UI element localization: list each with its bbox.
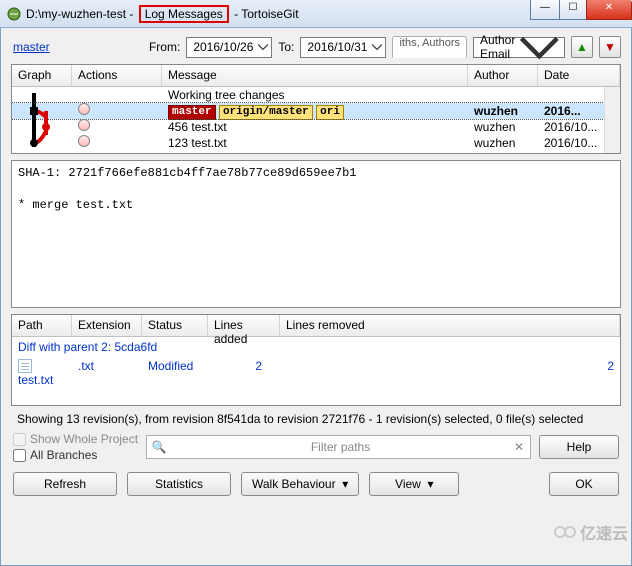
- ref-remote: ori: [316, 105, 344, 120]
- filter-paths-input[interactable]: 🔍 Filter paths ✕: [146, 435, 531, 459]
- action-icon: [78, 119, 90, 131]
- arrow-up-button[interactable]: ▲: [571, 36, 593, 58]
- commit-row-selected[interactable]: master origin/master ori wuzhen 2016...: [12, 103, 620, 119]
- filter-tab[interactable]: iths, Authors: [392, 36, 467, 58]
- col-message[interactable]: Message: [162, 65, 468, 86]
- col-date[interactable]: Date: [538, 65, 620, 86]
- scrollbar[interactable]: [604, 87, 620, 153]
- commit-list-body[interactable]: Working tree changes master origin/maste…: [12, 87, 620, 153]
- arrow-down-button[interactable]: ▼: [599, 36, 621, 58]
- col-actions[interactable]: Actions: [72, 65, 162, 86]
- walk-behaviour-button[interactable]: Walk Behaviour ▾: [241, 472, 359, 496]
- col-graph[interactable]: Graph: [12, 65, 72, 86]
- app-icon: [6, 6, 22, 22]
- file-row[interactable]: test.txt .txt Modified 2 2: [12, 357, 620, 389]
- chevron-down-icon: [257, 41, 269, 53]
- filter-bar: master From: 2016/10/26 To: 2016/10/31 i…: [1, 28, 631, 64]
- col-author[interactable]: Author: [468, 65, 538, 86]
- action-icon: [78, 135, 90, 147]
- from-label: From:: [149, 40, 180, 54]
- close-button[interactable]: ✕: [586, 0, 632, 20]
- help-button[interactable]: Help: [539, 435, 619, 459]
- chevron-down-icon: [371, 41, 383, 53]
- commit-row[interactable]: 456 test.txt wuzhen 2016/10...: [12, 119, 620, 135]
- action-icon: [78, 103, 90, 115]
- diff-parent-header[interactable]: Diff with parent 2: 5cda6fd: [12, 337, 620, 357]
- col-ext[interactable]: Extension: [72, 315, 142, 336]
- from-date-picker[interactable]: 2016/10/26: [186, 37, 272, 58]
- minimize-button[interactable]: —: [530, 0, 560, 20]
- commit-row-working[interactable]: Working tree changes: [12, 87, 620, 103]
- statistics-button[interactable]: Statistics: [127, 472, 231, 496]
- commit-list-header: Graph Actions Message Author Date: [12, 65, 620, 87]
- buttons-row: Refresh Statistics Walk Behaviour ▾ View…: [1, 464, 631, 506]
- file-list: Path Extension Status Lines added Lines …: [11, 314, 621, 406]
- chevron-down-icon: [517, 25, 562, 70]
- options-row: Show Whole Project All Branches 🔍 Filter…: [1, 430, 631, 464]
- ref-remote: origin/master: [219, 105, 313, 120]
- title-bar: D:\my-wuzhen-test - Log Messages - Torto…: [0, 0, 632, 28]
- col-removed[interactable]: Lines removed: [280, 315, 620, 336]
- col-status[interactable]: Status: [142, 315, 208, 336]
- search-icon: 🔍: [151, 440, 167, 454]
- ref-master: master: [168, 105, 216, 120]
- branch-link[interactable]: master: [13, 40, 50, 54]
- file-icon: [18, 359, 32, 373]
- col-added[interactable]: Lines added: [208, 315, 280, 336]
- col-path[interactable]: Path: [12, 315, 72, 336]
- ok-button[interactable]: OK: [549, 472, 619, 496]
- window-title: D:\my-wuzhen-test - Log Messages - Torto…: [26, 7, 299, 21]
- all-branches-checkbox[interactable]: All Branches: [13, 448, 138, 462]
- clear-filter-icon[interactable]: ✕: [512, 440, 526, 454]
- show-whole-project-checkbox: Show Whole Project: [13, 432, 138, 446]
- file-list-header: Path Extension Status Lines added Lines …: [12, 315, 620, 337]
- commit-details[interactable]: SHA-1: 2721f766efe881cb4ff7ae78b77ce89d6…: [11, 160, 621, 308]
- refresh-button[interactable]: Refresh: [13, 472, 117, 496]
- to-date-picker[interactable]: 2016/10/31: [300, 37, 386, 58]
- title-highlight: Log Messages: [139, 5, 229, 23]
- commit-list: Graph Actions Message Author Date Workin…: [11, 64, 621, 154]
- maximize-button[interactable]: ☐: [559, 0, 587, 20]
- to-label: To:: [278, 40, 294, 54]
- status-line: Showing 13 revision(s), from revision 8f…: [1, 406, 631, 430]
- view-button[interactable]: View ▾: [369, 472, 459, 496]
- commit-row[interactable]: 123 test.txt wuzhen 2016/10...: [12, 135, 620, 151]
- filter-combo[interactable]: Author Email: [473, 37, 565, 58]
